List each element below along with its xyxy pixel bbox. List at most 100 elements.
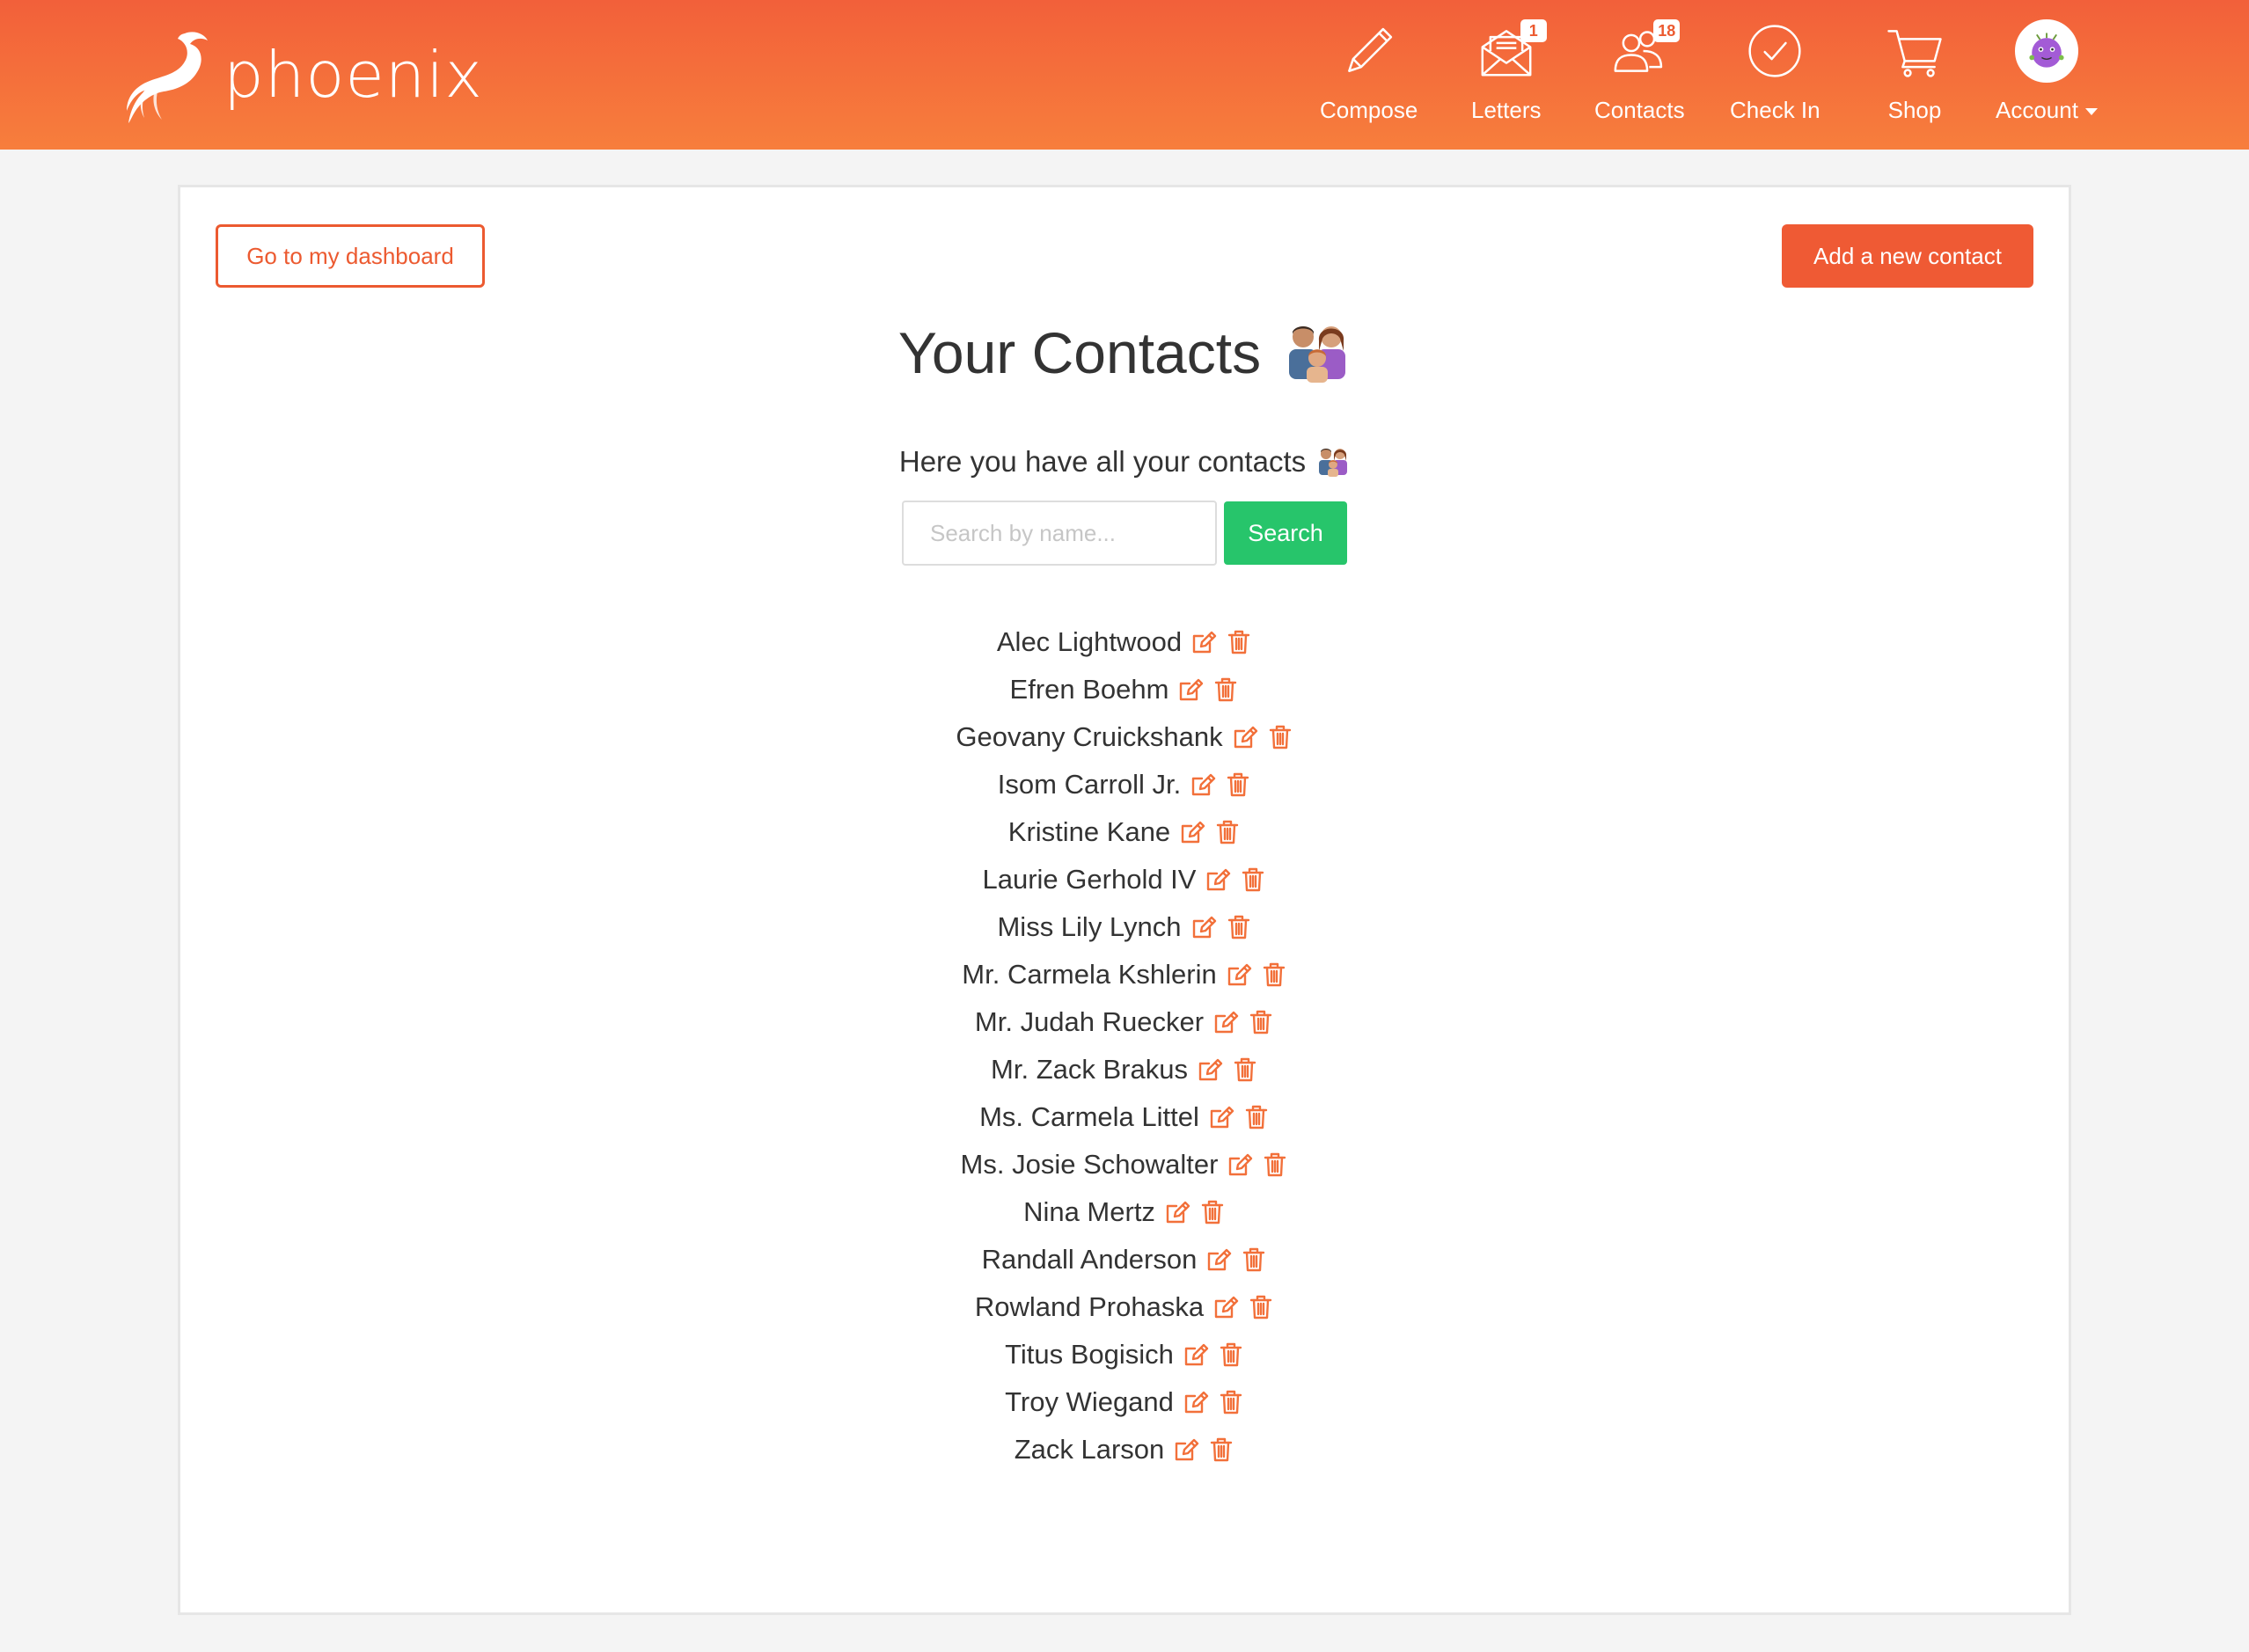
contact-row: Nina Mertz — [180, 1188, 2069, 1236]
contact-row: Zack Larson — [180, 1426, 2069, 1473]
cart-icon — [1881, 18, 1948, 84]
trash-icon[interactable] — [1226, 629, 1252, 655]
contact-row: Geovany Cruickshank — [180, 713, 2069, 761]
nav-shop[interactable]: Shop — [1881, 18, 1948, 124]
avatar-icon — [2013, 18, 2080, 84]
nav-contacts-label: Contacts — [1594, 97, 1685, 123]
contact-row: Titus Bogisich — [180, 1331, 2069, 1378]
people-icon: 18 — [1606, 18, 1681, 84]
contact-name: Alec Lightwood — [996, 626, 1183, 657]
brand-name: phoenix — [223, 38, 483, 112]
edit-icon[interactable] — [1164, 1199, 1190, 1225]
contact-row: Kristine Kane — [180, 808, 2069, 856]
nav-contacts[interactable]: 18 Contacts — [1594, 18, 1685, 124]
page-title: Your Contacts — [897, 320, 1262, 385]
brand-logo[interactable]: phoenix — [123, 26, 483, 123]
nav-letters[interactable]: 1 Letters — [1471, 18, 1547, 124]
contact-name: Troy Wiegand — [1005, 1386, 1174, 1417]
edit-icon[interactable] — [1179, 819, 1205, 845]
trash-icon[interactable] — [1248, 1009, 1274, 1035]
trash-icon[interactable] — [1212, 676, 1239, 703]
trash-icon[interactable] — [1243, 1104, 1270, 1130]
contact-name: Isom Carroll Jr. — [997, 769, 1182, 800]
nav-checkin[interactable]: Check In — [1730, 18, 1820, 124]
contact-row: Ms. Carmela Littel — [180, 1093, 2069, 1141]
caret-down-icon — [2084, 108, 2098, 116]
contact-name: Rowland Prohaska — [974, 1291, 1205, 1322]
contact-name: Laurie Gerhold IV — [982, 864, 1197, 895]
edit-icon[interactable] — [1212, 1009, 1239, 1035]
top-navbar: phoenix Compose 1 Letters 18 Contacts Ch… — [0, 0, 2249, 150]
trash-icon[interactable] — [1267, 724, 1293, 750]
trash-icon[interactable] — [1214, 819, 1241, 845]
edit-icon[interactable] — [1226, 961, 1252, 988]
edit-icon[interactable] — [1190, 771, 1216, 798]
contact-row: Rowland Prohaska — [180, 1283, 2069, 1331]
contacts-card: Go to my dashboard Add a new contact You… — [178, 185, 2071, 1615]
trash-icon[interactable] — [1208, 1436, 1234, 1463]
trash-icon[interactable] — [1248, 1294, 1274, 1320]
edit-icon[interactable] — [1183, 1341, 1209, 1368]
contact-row: Randall Anderson — [180, 1236, 2069, 1283]
edit-icon[interactable] — [1205, 866, 1231, 893]
contact-name: Ms. Josie Schowalter — [960, 1149, 1219, 1180]
contact-name: Geovany Cruickshank — [956, 721, 1223, 752]
nav-letters-label: Letters — [1471, 97, 1542, 123]
contact-name: Miss Lily Lynch — [997, 911, 1182, 942]
contact-name: Efren Boehm — [1009, 674, 1169, 705]
trash-icon[interactable] — [1226, 914, 1252, 940]
family-emoji-icon — [1319, 449, 1348, 477]
envelope-icon: 1 — [1473, 18, 1547, 84]
trash-icon[interactable] — [1261, 961, 1287, 988]
contact-row: Isom Carroll Jr. — [180, 761, 2069, 808]
title-row: Your Contacts — [180, 319, 2069, 386]
edit-icon[interactable] — [1208, 1104, 1234, 1130]
contact-row: Ms. Josie Schowalter — [180, 1141, 2069, 1188]
contact-name: Mr. Zack Brakus — [991, 1054, 1188, 1085]
contact-row: Mr. Judah Ruecker — [180, 998, 2069, 1046]
nav-account-label: Account — [1996, 97, 2098, 124]
trash-icon[interactable] — [1240, 866, 1266, 893]
contact-name: Ms. Carmela Littel — [979, 1101, 1199, 1132]
edit-icon[interactable] — [1205, 1246, 1232, 1273]
contacts-badge: 18 — [1653, 19, 1681, 42]
phoenix-bird-icon — [127, 32, 208, 123]
page-subtitle: Here you have all your contacts — [898, 445, 1307, 478]
edit-icon[interactable] — [1190, 914, 1217, 940]
contact-list: Alec Lightwood Efren Boehm Geovany Cruicks… — [180, 618, 2069, 1473]
edit-icon[interactable] — [1212, 1294, 1239, 1320]
subtitle-row: Here you have all your contacts — [180, 445, 2069, 479]
search-input[interactable] — [902, 501, 1217, 566]
nav-checkin-label: Check In — [1730, 97, 1820, 123]
trash-icon[interactable] — [1241, 1246, 1267, 1273]
trash-icon[interactable] — [1218, 1341, 1244, 1368]
contact-row: Efren Boehm — [180, 666, 2069, 713]
contact-name: Randall Anderson — [981, 1244, 1198, 1275]
contact-name: Zack Larson — [1014, 1434, 1165, 1465]
search-button[interactable]: Search — [1224, 501, 1347, 565]
contact-row: Troy Wiegand — [180, 1378, 2069, 1426]
dashboard-button[interactable]: Go to my dashboard — [216, 224, 485, 288]
nav-account[interactable]: Account — [1996, 18, 2098, 124]
edit-icon[interactable] — [1183, 1389, 1209, 1415]
contact-name: Nina Mertz — [1023, 1196, 1155, 1227]
add-contact-button[interactable]: Add a new contact — [1782, 224, 2033, 288]
contact-name: Kristine Kane — [1007, 816, 1171, 847]
edit-icon[interactable] — [1173, 1436, 1199, 1463]
contact-row: Mr. Zack Brakus — [180, 1046, 2069, 1093]
family-emoji-icon — [1289, 326, 1346, 383]
trash-icon[interactable] — [1232, 1056, 1258, 1083]
nav-compose[interactable]: Compose — [1320, 18, 1418, 124]
edit-icon[interactable] — [1177, 676, 1204, 703]
avatar — [2014, 19, 2078, 83]
edit-icon[interactable] — [1227, 1151, 1253, 1178]
edit-icon[interactable] — [1197, 1056, 1223, 1083]
trash-icon[interactable] — [1225, 771, 1251, 798]
letters-badge: 1 — [1520, 19, 1547, 42]
contact-row: Mr. Carmela Kshlerin — [180, 951, 2069, 998]
trash-icon[interactable] — [1218, 1389, 1244, 1415]
edit-icon[interactable] — [1190, 629, 1217, 655]
edit-icon[interactable] — [1232, 724, 1258, 750]
trash-icon[interactable] — [1199, 1199, 1226, 1225]
trash-icon[interactable] — [1262, 1151, 1288, 1178]
